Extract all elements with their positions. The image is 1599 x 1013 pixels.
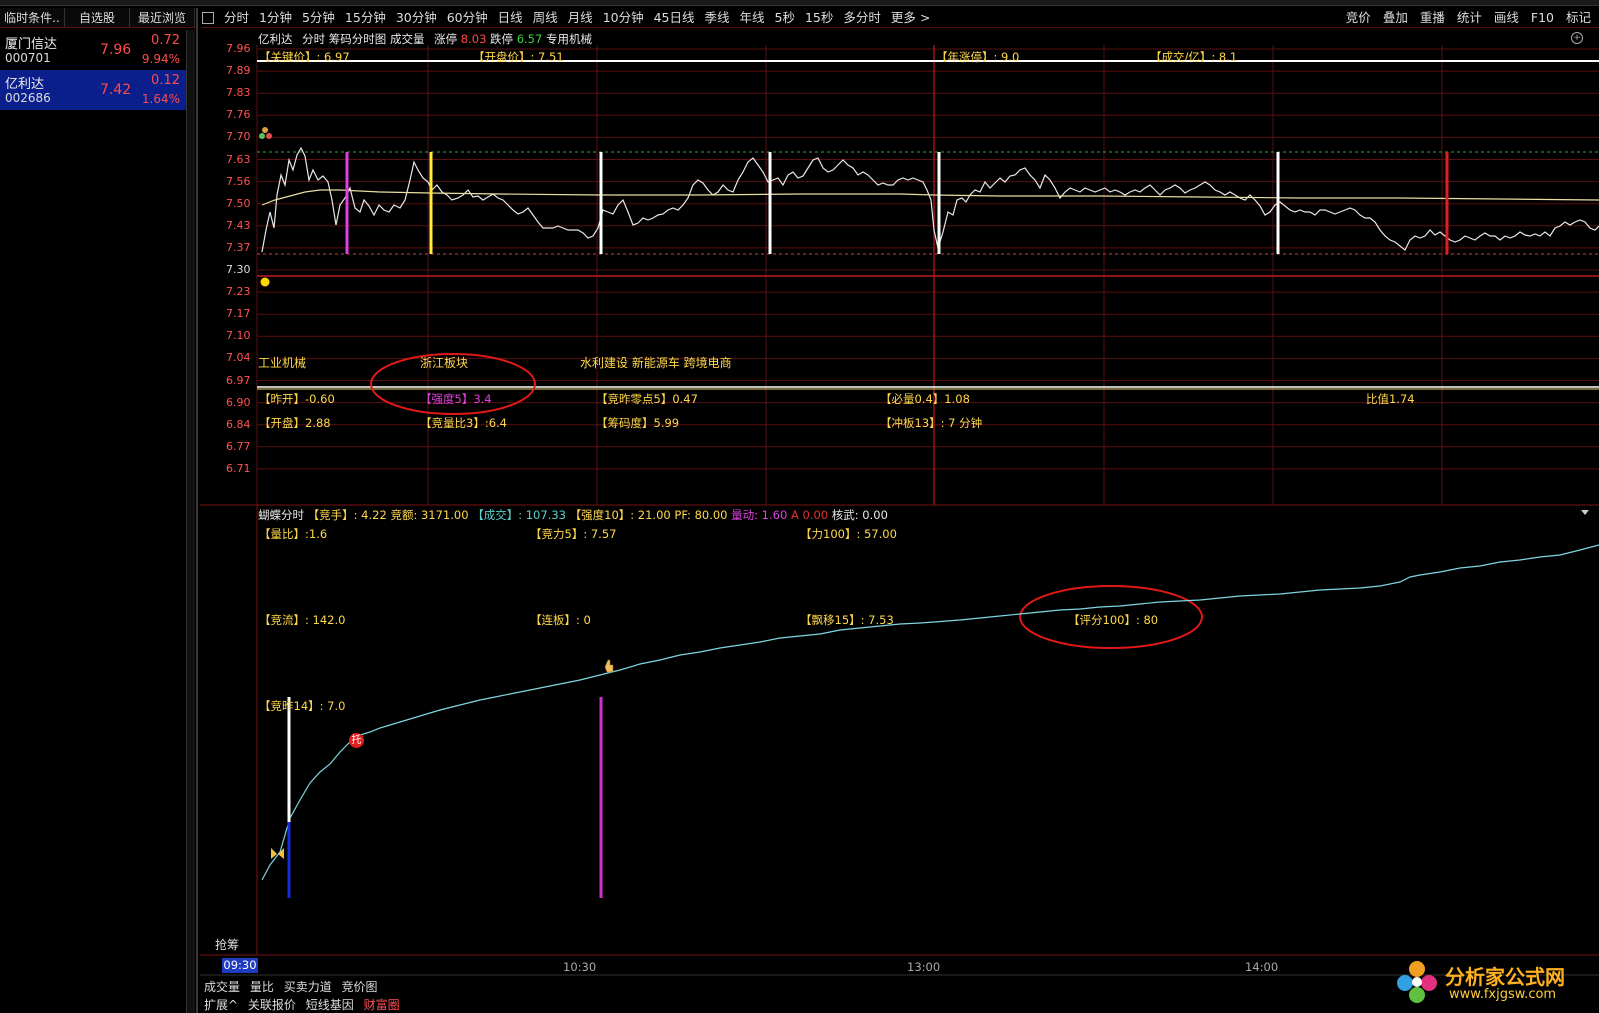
butterfly-icon xyxy=(271,848,284,859)
tab-auction[interactable]: 竞价图 xyxy=(342,980,378,994)
qiangchou-button[interactable]: 抢筹 xyxy=(202,936,252,954)
pingfen-label: 【评分100】: 80 xyxy=(1068,613,1159,627)
time-label-1400: 14:00 xyxy=(1245,960,1279,974)
concept-industrial: 工业机械 xyxy=(258,356,307,370)
concept-zhejiang: 浙江板块 xyxy=(420,356,469,370)
jingliangbi-label: 【竞量比3】:6.4 xyxy=(420,416,507,430)
jingshou-label: 【竞手】: 4.22 xyxy=(307,508,387,522)
hewu-label: 核武: 0.00 xyxy=(831,508,888,522)
time-label-1300: 13:00 xyxy=(907,960,941,974)
tab-gene[interactable]: 短线基因 xyxy=(306,998,354,1012)
jingli-label: 【竞力5】: 7.57 xyxy=(530,527,617,541)
pane-title: 蝴蝶分时 xyxy=(258,508,304,522)
jingzuo-label: 【竞昨零点5】0.47 xyxy=(596,392,698,406)
tab-buysell[interactable]: 买卖力道 xyxy=(284,980,332,994)
bottom-tabs: 成交量 量比 买卖力道 竞价图 xyxy=(204,978,384,995)
tab-liangbi[interactable]: 量比 xyxy=(250,980,274,994)
pf-label: PF: 80.00 xyxy=(674,508,728,522)
tab-volume[interactable]: 成交量 xyxy=(204,980,240,994)
lianban-label: 【连板】: 0 xyxy=(530,613,591,627)
chengjiao-label: 【成交】: 107.33 xyxy=(472,508,566,522)
liangdong-label: 量动: 1.60 xyxy=(731,508,788,522)
jinge-label: 竞额: 3171.00 xyxy=(390,508,469,522)
zuokai-label: 【昨开】-0.60 xyxy=(259,392,335,406)
bizhi-label: 比值1.74 xyxy=(1366,392,1415,406)
jingliu-label: 【竞流】: 142.0 xyxy=(259,613,346,627)
tab-wealth[interactable]: 财富圈 xyxy=(364,998,400,1012)
hand-cursor-icon xyxy=(604,659,614,673)
turnover-label: 【成交/亿】: 8.1 xyxy=(1150,50,1238,64)
tab-expand[interactable]: 扩展^ xyxy=(204,998,238,1012)
key-price-label: 【关键价】: 6.97 xyxy=(259,50,350,64)
li100-label: 【力100】: 57.00 xyxy=(800,527,897,541)
qiangdu-label: 【强度5】3.4 xyxy=(420,392,492,406)
time-label-1030: 10:30 xyxy=(563,960,597,974)
tab-related[interactable]: 关联报价 xyxy=(248,998,296,1012)
a-label: A xyxy=(790,508,799,522)
watermark-url: www.fxjgsw.com xyxy=(1449,987,1557,1002)
qiangdu10-label: 【强度10】: 21.00 xyxy=(569,508,671,522)
flower-logo-icon xyxy=(1397,961,1437,1003)
watermark-title: 分析家公式网 xyxy=(1445,965,1565,989)
liangbi-label: 【量比】:1.6 xyxy=(259,527,328,541)
tuo-badge: 托 xyxy=(349,733,364,748)
bottom-tabs-2: 扩展^ 关联报价 短线基因 财富圈 xyxy=(204,996,406,1013)
biliang-label: 【必量0.4】1.08 xyxy=(880,392,970,406)
open-price-label: 【开盘价】: 7.51 xyxy=(473,50,564,64)
concept-others: 水利建设 新能源车 跨境电商 xyxy=(580,356,732,370)
year-limit-label: 【年涨停】: 9.0 xyxy=(936,50,1020,64)
jingzuo14-label: 【竞昨14】: 7.0 xyxy=(259,699,346,713)
time-label-0930: 09:30 xyxy=(222,958,258,973)
kaipan-label: 【开盘】2.88 xyxy=(259,416,331,430)
chouma-label: 【筹码度】5.99 xyxy=(596,416,680,430)
dropdown-icon[interactable] xyxy=(1581,510,1589,515)
chongban-label: 【冲板13】: 7 分钟 xyxy=(880,416,983,430)
watermark: 分析家公式网 www.fxjgsw.com xyxy=(1395,957,1595,1011)
lower-pane-header: 蝴蝶分时 【竞手】: 4.22 竞额: 3171.00 【成交】: 107.33… xyxy=(258,507,888,523)
a-value: 0.00 xyxy=(802,508,829,522)
piaoyi-label: 【飘移15】: 7.53 xyxy=(800,613,894,627)
